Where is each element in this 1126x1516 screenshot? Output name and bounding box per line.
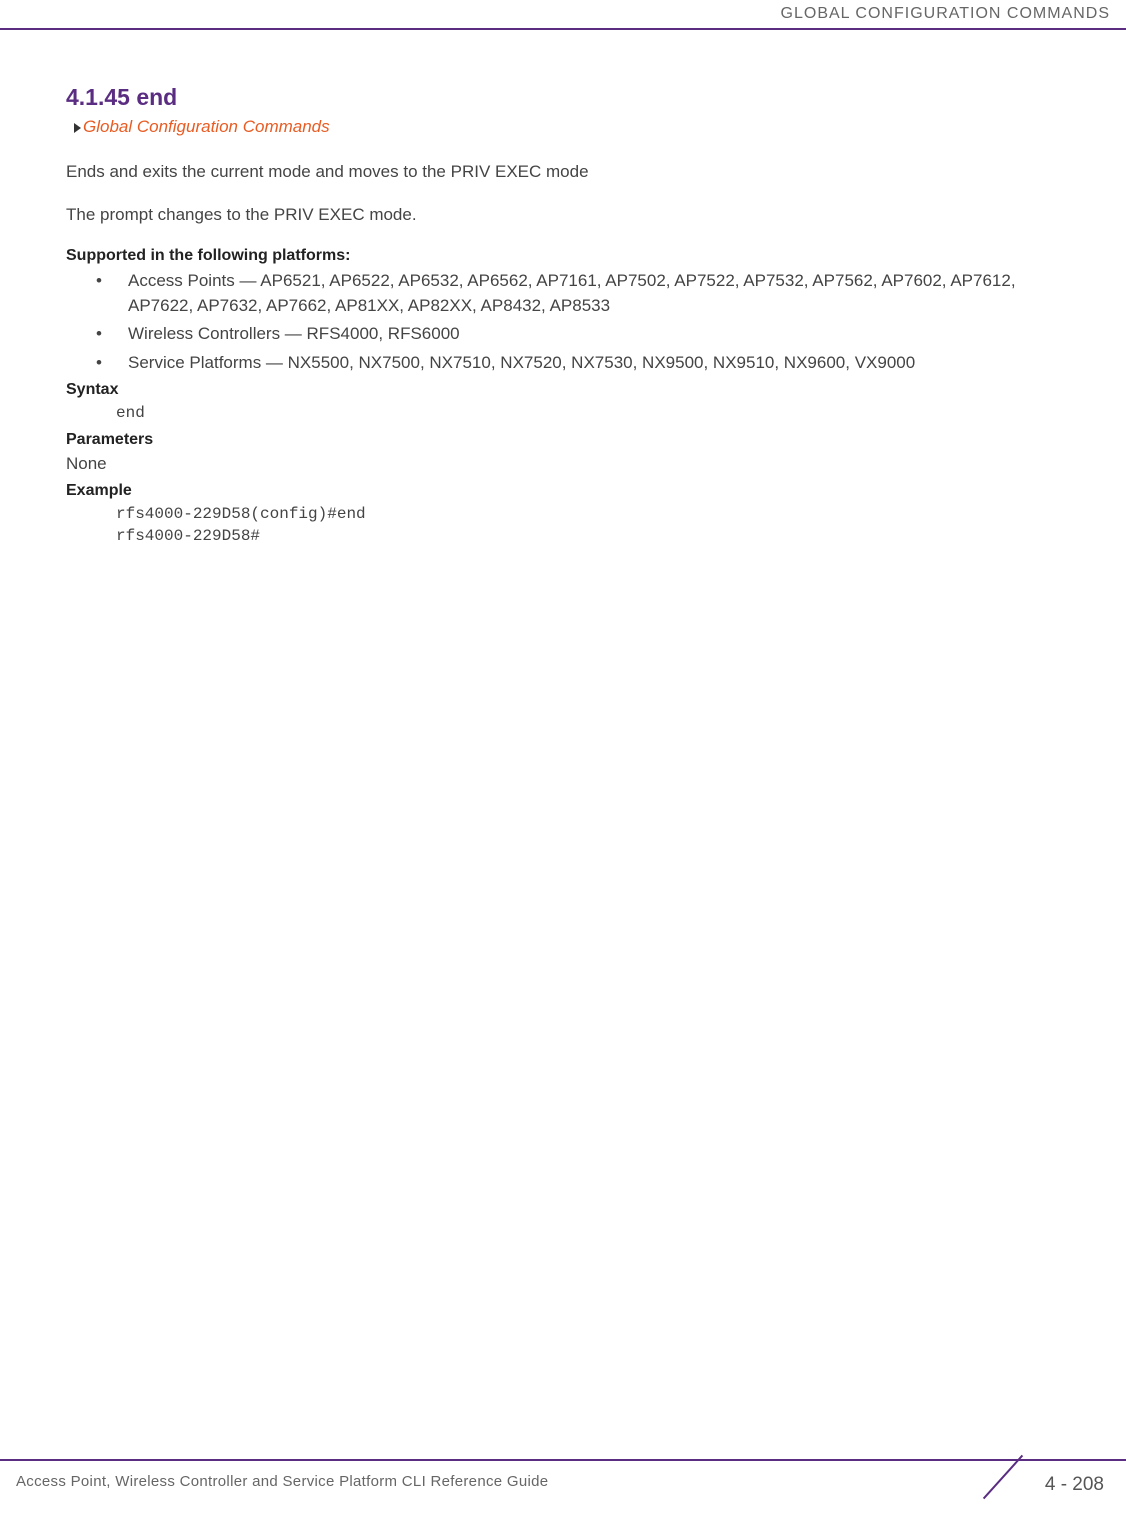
parameters-value: None	[66, 453, 1074, 476]
page-content: 4.1.45 end Global Configuration Commands…	[66, 84, 1074, 551]
footer-guide-title: Access Point, Wireless Controller and Se…	[16, 1473, 548, 1490]
page-number: 4 - 208	[1045, 1474, 1104, 1496]
page-slash-icon	[978, 1454, 1026, 1502]
running-header: GLOBAL CONFIGURATION COMMANDS	[781, 5, 1110, 23]
description-1: Ends and exits the current mode and move…	[66, 161, 1074, 184]
platforms-list: Access Points — AP6521, AP6522, AP6532, …	[96, 269, 1074, 376]
breadcrumb: Global Configuration Commands	[74, 117, 1074, 137]
syntax-heading: Syntax	[66, 381, 1074, 399]
example-code: rfs4000-229D58(config)#end rfs4000-229D5…	[116, 504, 1074, 547]
example-heading: Example	[66, 482, 1074, 500]
syntax-code: end	[116, 403, 1074, 425]
parameters-heading: Parameters	[66, 431, 1074, 449]
footer-rule	[0, 1459, 1126, 1461]
breadcrumb-text: Global Configuration Commands	[83, 117, 330, 136]
section-title: 4.1.45 end	[66, 84, 1074, 111]
supported-heading: Supported in the following platforms:	[66, 247, 1074, 265]
description-2: The prompt changes to the PRIV EXEC mode…	[66, 204, 1074, 227]
list-item: Wireless Controllers — RFS4000, RFS6000	[96, 322, 1074, 347]
triangle-right-icon	[74, 123, 81, 133]
list-item: Access Points — AP6521, AP6522, AP6532, …	[96, 269, 1074, 318]
header-rule	[0, 28, 1126, 30]
list-item: Service Platforms — NX5500, NX7500, NX75…	[96, 351, 1074, 376]
